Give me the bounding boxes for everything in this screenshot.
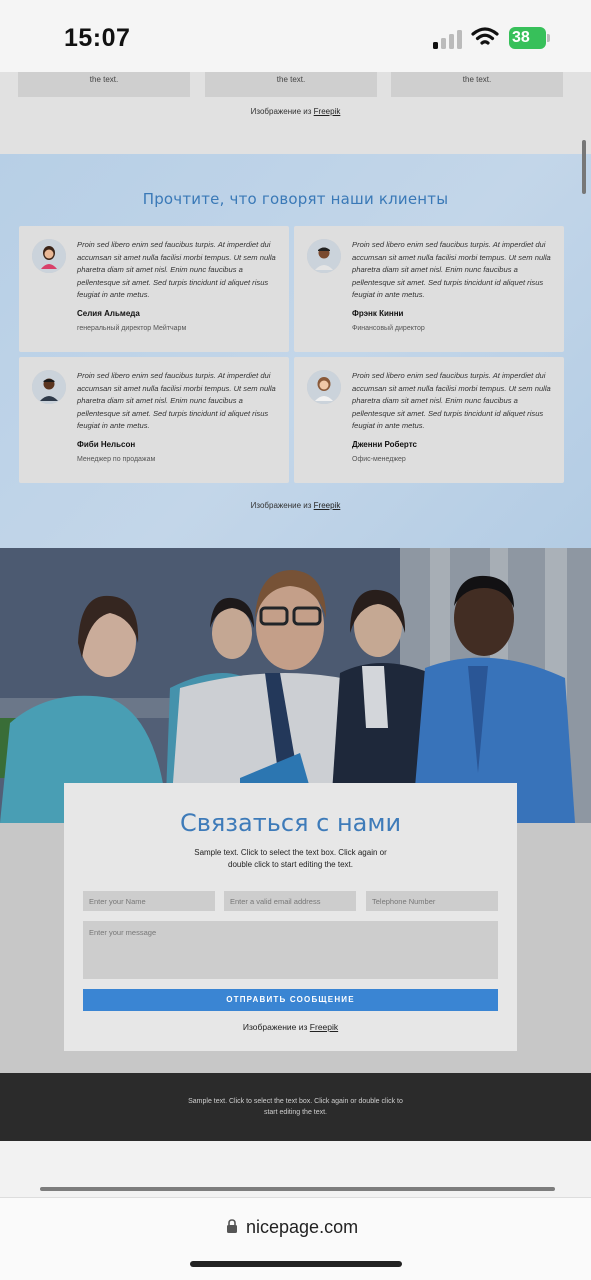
avatar bbox=[307, 239, 341, 273]
address-bar[interactable]: nicepage.com bbox=[0, 1197, 591, 1280]
testimonial-role: Менеджер по продажам bbox=[77, 456, 156, 463]
partial-card: the text. bbox=[205, 72, 377, 97]
lock-icon bbox=[227, 1219, 237, 1233]
partial-card-text: the text. bbox=[276, 75, 306, 84]
testimonial-role: Финансовый директор bbox=[352, 325, 425, 332]
name-field[interactable]: Enter your Name bbox=[83, 891, 215, 911]
vertical-scrollbar[interactable] bbox=[582, 140, 586, 194]
url-text[interactable]: nicepage.com bbox=[246, 1217, 358, 1238]
credit-prefix: Изображение из bbox=[250, 107, 312, 116]
testimonial-quote: Proin sed libero enim sed faucibus turpi… bbox=[352, 371, 551, 430]
contact-form-card: Связаться с нами Sample text. Click to s… bbox=[64, 783, 517, 1051]
testimonial-name: Селия Альмеда bbox=[77, 309, 140, 318]
image-credit: Изображение из Freepik bbox=[64, 1022, 517, 1032]
battery-tip bbox=[547, 34, 550, 42]
testimonial-quote: Proin sed libero enim sed faucibus turpi… bbox=[352, 240, 551, 299]
image-credit: Изображение из Freepik bbox=[0, 107, 591, 116]
testimonial-quote: Proin sed libero enim sed faucibus turpi… bbox=[77, 371, 276, 430]
contact-subtitle: Sample text. Click to select the text bo… bbox=[194, 848, 387, 869]
submit-button[interactable]: ОТПРАВИТЬ СООБЩЕНИЕ bbox=[83, 989, 498, 1011]
clock: 15:07 bbox=[64, 24, 131, 52]
testimonial-card: Proin sed libero enim sed faucibus turpi… bbox=[294, 357, 564, 483]
testimonial-role: генеральный директор Мейтчарм bbox=[77, 325, 187, 332]
horizontal-scrollbar[interactable] bbox=[40, 1187, 555, 1191]
credit-prefix: Изображение из bbox=[242, 1022, 308, 1032]
testimonial-card: Proin sed libero enim sed faucibus turpi… bbox=[294, 226, 564, 352]
wifi-icon bbox=[471, 27, 499, 45]
avatar bbox=[32, 239, 66, 273]
email-field[interactable]: Enter a valid email address bbox=[224, 891, 356, 911]
section-title: Прочтите, что говорят наши клиенты bbox=[142, 190, 449, 208]
testimonials-section: Прочтите, что говорят наши клиенты Proin… bbox=[0, 154, 591, 548]
testimonial-name: Фиби Нельсон bbox=[77, 440, 136, 449]
freepik-link[interactable]: Freepik bbox=[310, 1022, 338, 1032]
testimonial-quote: Proin sed libero enim sed faucibus turpi… bbox=[77, 240, 276, 299]
testimonial-role: Офис-менеджер bbox=[352, 456, 406, 463]
signal-icon bbox=[433, 30, 462, 49]
credit-prefix: Изображение из bbox=[250, 501, 312, 510]
testimonial-card: Proin sed libero enim sed faucibus turpi… bbox=[19, 357, 289, 483]
footer-text: Sample text. Click to select the text bo… bbox=[188, 1098, 403, 1116]
testimonial-name: Дженни Робертс bbox=[352, 440, 417, 449]
testimonial-card: Proin sed libero enim sed faucibus turpi… bbox=[19, 226, 289, 352]
freepik-link[interactable]: Freepik bbox=[314, 107, 341, 116]
footer: Sample text. Click to select the text bo… bbox=[0, 1073, 591, 1141]
testimonial-name: Фрэнк Кинни bbox=[352, 309, 404, 318]
partial-card-text: the text. bbox=[89, 75, 119, 84]
partial-card: the text. bbox=[18, 72, 190, 97]
battery-level: 38 bbox=[509, 27, 546, 49]
message-field[interactable]: Enter your message bbox=[83, 921, 498, 979]
phone-field[interactable]: Telephone Number bbox=[366, 891, 498, 911]
status-bar: 15:07 38 bbox=[0, 0, 591, 72]
previous-section: the text. the text. the text. Изображени… bbox=[0, 72, 591, 154]
avatar bbox=[32, 370, 66, 404]
medical-team-photo bbox=[0, 548, 591, 823]
freepik-link[interactable]: Freepik bbox=[314, 501, 341, 510]
partial-card: the text. bbox=[391, 72, 563, 97]
battery-icon: 38 bbox=[509, 27, 551, 49]
contact-title: Связаться с нами bbox=[179, 809, 402, 837]
avatar bbox=[307, 370, 341, 404]
partial-card-text: the text. bbox=[462, 75, 492, 84]
home-indicator[interactable] bbox=[190, 1261, 402, 1267]
image-credit: Изображение из Freepik bbox=[0, 501, 591, 510]
